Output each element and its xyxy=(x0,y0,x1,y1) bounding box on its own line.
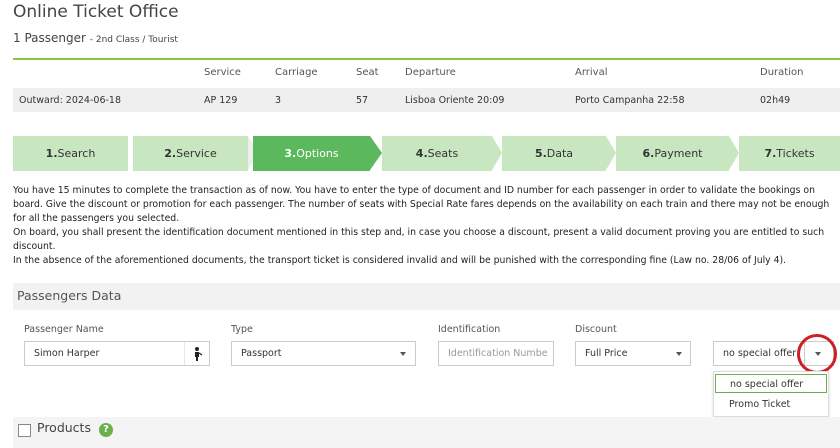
step-arrow xyxy=(729,136,739,170)
step-arrow xyxy=(492,136,502,170)
instructions-paragraph: You have 15 minutes to complete the tran… xyxy=(13,185,830,224)
passenger-name-input[interactable]: Simon Harper xyxy=(24,341,210,366)
instructions: You have 15 minutes to complete the tran… xyxy=(13,184,833,268)
step-seats[interactable]: 4.Seats xyxy=(382,136,492,171)
step-data[interactable]: 5.Data xyxy=(502,136,606,171)
trip-table: Service Carriage Seat Departure Arrival … xyxy=(13,58,840,112)
trip-service: AP 129 xyxy=(204,95,238,106)
trip-duration: 02h49 xyxy=(760,95,791,106)
special-offer-dropdown: no special offer Promo Ticket xyxy=(713,371,829,417)
document-type-select[interactable]: Passport xyxy=(231,341,416,366)
step-search[interactable]: 1.Search xyxy=(13,136,128,171)
instructions-paragraph: In the absence of the aforementioned doc… xyxy=(13,255,787,266)
products-checkbox[interactable] xyxy=(18,424,31,437)
highlight-circle xyxy=(797,334,837,374)
products-label: Products xyxy=(37,420,91,435)
step-arrow-active xyxy=(370,136,382,170)
identification-label: Identification xyxy=(438,324,501,335)
col-carriage: Carriage xyxy=(275,67,318,78)
col-departure: Departure xyxy=(405,67,456,78)
trip-carriage: 3 xyxy=(275,95,282,106)
discount-label: Discount xyxy=(575,324,617,335)
chevron-down-icon xyxy=(676,352,682,356)
step-options[interactable]: 3.Options xyxy=(253,136,370,171)
class-info: - 2nd Class / Tourist xyxy=(89,35,178,45)
page-title: Online Ticket Office xyxy=(13,2,179,22)
trip-table-header: Service Carriage Seat Departure Arrival … xyxy=(13,60,840,86)
chevron-down-icon xyxy=(400,352,406,356)
step-arrow xyxy=(606,136,616,170)
col-duration: Duration xyxy=(760,67,804,78)
person-icon[interactable] xyxy=(184,342,210,365)
step-service[interactable]: 2.Service xyxy=(133,136,248,171)
products-section: Products ? xyxy=(13,417,840,448)
trip-departure: Lisboa Oriente 20:09 xyxy=(405,95,505,106)
col-arrival: Arrival xyxy=(575,67,608,78)
passenger-summary: 1 Passenger - 2nd Class / Tourist xyxy=(13,31,178,45)
option-no-special-offer[interactable]: no special offer xyxy=(715,374,827,393)
step-tickets[interactable]: 7.Tickets xyxy=(739,136,840,171)
help-icon[interactable]: ? xyxy=(99,423,113,437)
passenger-count: 1 Passenger xyxy=(13,31,86,45)
identification-input[interactable]: Identification Numbe xyxy=(438,341,554,366)
trip-seat: 57 xyxy=(356,95,369,106)
option-promo-ticket[interactable]: Promo Ticket xyxy=(715,395,827,414)
passengers-data-header: Passengers Data xyxy=(13,283,840,310)
document-type-label: Type xyxy=(231,324,253,335)
table-row: Outward: 2024-06-18 AP 129 3 57 Lisboa O… xyxy=(13,88,840,112)
passenger-name-label: Passenger Name xyxy=(24,324,104,335)
trip-label: Outward: 2024-06-18 xyxy=(19,95,122,106)
instructions-paragraph: On board, you shall present the identifi… xyxy=(13,227,825,252)
step-payment[interactable]: 6.Payment xyxy=(616,136,729,171)
trip-arrival: Porto Campanha 22:58 xyxy=(575,95,685,106)
col-service: Service xyxy=(204,67,241,78)
discount-select[interactable]: Full Price xyxy=(575,341,691,366)
section-title: Passengers Data xyxy=(17,288,122,303)
col-seat: Seat xyxy=(356,67,379,78)
progress-steps: 1.Search 2.Service 3.Options 4.Seats 5.D… xyxy=(13,136,840,171)
